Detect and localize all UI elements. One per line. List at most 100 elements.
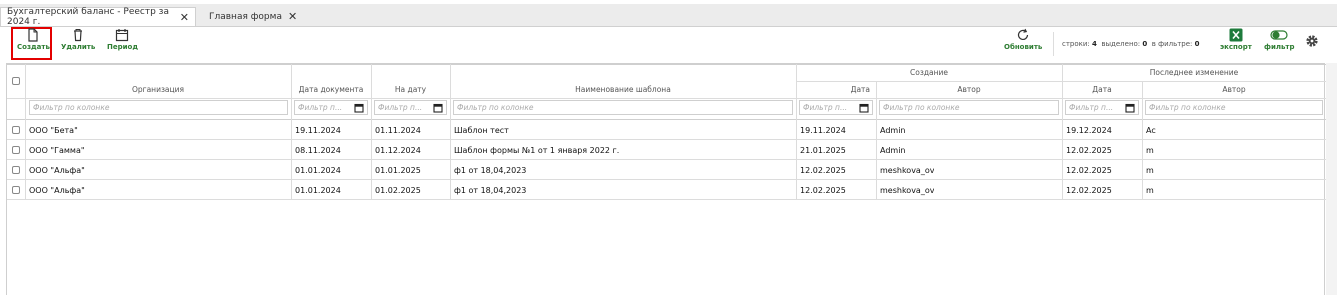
- row-checkbox[interactable]: [12, 166, 20, 174]
- cell-organization: ООО "Альфа": [29, 185, 85, 195]
- cell-organization: ООО "Гамма": [29, 145, 85, 155]
- period-button[interactable]: Период: [107, 28, 138, 51]
- group-header-last-change: Последнее изменение: [1149, 68, 1239, 77]
- col-line: [1062, 140, 1063, 160]
- filter-doc-date[interactable]: Фильтр п...: [294, 100, 368, 115]
- table-row[interactable]: ООО "Альфа" 01.01.2024 01.02.2025 ф1 от 18,…: [7, 180, 1326, 200]
- col-line: [1142, 160, 1143, 180]
- select-all-checkbox[interactable]: [12, 77, 20, 85]
- filter-changed-author[interactable]: Фильтр по колонке: [1145, 100, 1323, 115]
- cell-created-date: 12.02.2025: [800, 165, 846, 175]
- selected-label: выделено:: [1101, 40, 1141, 48]
- cell-created-author: Admin: [880, 125, 906, 135]
- calendar-icon[interactable]: [354, 103, 364, 113]
- cell-doc-date: 01.01.2024: [295, 185, 341, 195]
- selected-count: 0: [1142, 40, 1148, 48]
- row-checkbox[interactable]: [12, 146, 20, 154]
- filter-template-name[interactable]: Фильтр по колонке: [453, 100, 793, 115]
- export-button[interactable]: экспорт: [1220, 28, 1252, 51]
- calendar-icon[interactable]: [433, 103, 443, 113]
- rows-label: строки:: [1062, 40, 1090, 48]
- filter-placeholder: Фильтр п...: [803, 103, 848, 112]
- excel-icon: [1229, 28, 1243, 42]
- cell-changed-author: m: [1146, 165, 1154, 175]
- row-checkbox[interactable]: [12, 186, 20, 194]
- col-line: [1142, 120, 1143, 140]
- group-header-creation: Создание: [910, 68, 948, 77]
- col-line: [1142, 140, 1143, 160]
- col-line: [25, 180, 26, 200]
- rows-count: 4: [1092, 40, 1097, 48]
- settings-button[interactable]: [1305, 34, 1319, 51]
- cell-created-author: meshkova_ov: [880, 185, 935, 195]
- data-grid: Создание Последнее изменение Организация…: [6, 63, 1326, 295]
- filter-on-date[interactable]: Фильтр п...: [374, 100, 447, 115]
- cell-changed-date: 19.12.2024: [1066, 125, 1112, 135]
- in-filter-count: 0: [1194, 40, 1200, 48]
- cell-on-date: 01.11.2024: [375, 125, 421, 135]
- col-header-template-name[interactable]: Наименование шаблона: [450, 81, 796, 98]
- col-line: [1142, 180, 1143, 200]
- cell-created-date: 21.01.2025: [800, 145, 846, 155]
- row-checkbox[interactable]: [12, 126, 20, 134]
- table-row[interactable]: ООО "Альфа" 01.01.2024 01.01.2025 ф1 от 18,…: [7, 160, 1326, 180]
- close-icon[interactable]: ✕: [180, 11, 189, 24]
- cell-changed-date: 12.02.2025: [1066, 185, 1112, 195]
- col-header-doc-date[interactable]: Дата документа: [291, 81, 371, 98]
- cell-on-date: 01.12.2024: [375, 145, 421, 155]
- col-header-created-author[interactable]: Автор: [876, 81, 1062, 98]
- cell-on-date: 01.02.2025: [375, 185, 421, 195]
- period-label: Период: [107, 43, 138, 51]
- tab-bar: Бухгалтерский баланс - Реестр за 2024 г.…: [0, 4, 1337, 27]
- create-label: Создать: [17, 43, 50, 51]
- calendar-icon[interactable]: [859, 103, 869, 113]
- filter-changed-date[interactable]: Фильтр п...: [1065, 100, 1139, 115]
- create-button[interactable]: Создать: [17, 28, 50, 51]
- in-filter-label: в фильтре:: [1151, 40, 1193, 48]
- close-icon[interactable]: ✕: [288, 10, 297, 23]
- vertical-scrollbar[interactable]: [1326, 63, 1337, 295]
- gear-icon: [1306, 35, 1318, 47]
- col-header-changed-author[interactable]: Автор: [1142, 81, 1326, 98]
- filter-organization[interactable]: Фильтр по колонке: [29, 100, 288, 115]
- col-header-created-date[interactable]: Дата: [796, 81, 876, 98]
- tab-main-form[interactable]: Главная форма ✕: [203, 7, 303, 26]
- filter-toggle[interactable]: фильтр: [1264, 28, 1294, 51]
- cell-organization: ООО "Бета": [29, 125, 78, 135]
- filter-created-date[interactable]: Фильтр п...: [799, 100, 873, 115]
- col-line: [25, 120, 26, 140]
- table-row[interactable]: ООО "Бета" 19.11.2024 01.11.2024 Шаблон тес…: [7, 120, 1326, 140]
- cell-on-date: 01.01.2025: [375, 165, 421, 175]
- col-header-organization[interactable]: Организация: [25, 81, 291, 98]
- filter-placeholder: Фильтр п...: [298, 103, 343, 112]
- col-line: [1062, 180, 1063, 200]
- col-line: [291, 140, 292, 160]
- cell-doc-date: 08.11.2024: [295, 145, 341, 155]
- filter-label: фильтр: [1264, 43, 1295, 51]
- trash-icon: [74, 29, 83, 42]
- col-line: [876, 140, 877, 160]
- cell-created-author: Admin: [880, 145, 906, 155]
- filter-created-author[interactable]: Фильтр по колонке: [879, 100, 1059, 115]
- toggle-icon: [1270, 30, 1288, 40]
- col-header-changed-date[interactable]: Дата: [1062, 81, 1142, 98]
- refresh-button[interactable]: Обновить: [1004, 28, 1042, 51]
- calendar-icon[interactable]: [1125, 103, 1135, 113]
- cell-template-name: Шаблон формы №1 от 1 января 2022 г.: [454, 145, 620, 155]
- cell-template-name: Шаблон тест: [454, 125, 509, 135]
- export-label: экспорт: [1220, 43, 1252, 51]
- filter-placeholder: Фильтр п...: [378, 103, 423, 112]
- col-line: [796, 140, 797, 160]
- tab-balance-registry[interactable]: Бухгалтерский баланс - Реестр за 2024 г.…: [0, 7, 196, 27]
- col-header-on-date[interactable]: На дату: [371, 81, 450, 98]
- col-line: [371, 140, 372, 160]
- counters: строки: 4 выделено: 0 в фильтре: 0: [1062, 40, 1200, 48]
- cell-doc-date: 01.01.2024: [295, 165, 341, 175]
- cell-created-author: meshkova_ov: [880, 165, 935, 175]
- col-line: [450, 140, 451, 160]
- tab-label: Главная форма: [209, 11, 282, 22]
- filter-placeholder: Фильтр п...: [1069, 103, 1114, 112]
- table-row[interactable]: ООО "Гамма" 08.11.2024 01.12.2024 Шаблон фо…: [7, 140, 1326, 160]
- delete-button[interactable]: Удалить: [61, 28, 95, 51]
- calendar-icon: [116, 29, 129, 42]
